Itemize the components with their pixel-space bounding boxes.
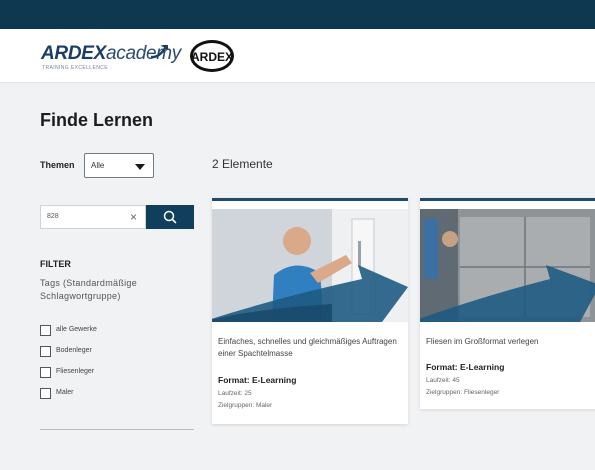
course-card[interactable]: Fliesen im Großformat verlegen Format: E… [420,198,595,409]
course-audience: Zielgruppen: Maler [218,402,273,409]
course-card[interactable]: Einfaches, schnelles und gleichmäßiges A… [212,198,408,424]
filter-option-label: alle Gewerke [56,326,97,333]
page-title: Finde Lernen [40,110,154,130]
tags-group-label: Tags (Standardmäßige Schlagwortgruppe) [40,278,138,301]
logo-swoosh-icon [150,45,168,59]
course-description[interactable]: Einfaches, schnelles und gleichmäßiges A… [218,336,398,360]
logo-accent-text: academy [106,43,182,64]
search-button[interactable] [146,205,194,229]
course-format: Format: E-Learning [426,362,505,372]
search-input[interactable]: 828 × [40,205,146,229]
logo-subtitle: TRAINING EXCELLENCE [42,65,108,71]
course-description[interactable]: Fliesen im Großformat verlegen [426,336,595,348]
checkbox[interactable] [40,325,51,336]
themen-label: Themen [40,160,75,170]
top-bar [0,0,595,29]
search-icon [163,210,177,224]
course-thumbnail[interactable] [420,209,595,322]
themen-selected-value: Alle [91,161,105,170]
filter-option-label: Maler [56,389,74,396]
checkbox[interactable] [40,388,51,399]
checkbox[interactable] [40,367,51,378]
sidebar-divider [40,429,194,430]
filter-option-label: Fliesenleger [56,368,95,375]
filter-option-label: Bodenleger [56,347,92,354]
course-duration: Laufzeit: 25 [218,390,252,397]
course-audience: Zielgruppen: Fliesenleger [426,389,500,396]
course-thumbnail[interactable] [212,209,408,322]
ardex-brand-logo[interactable]: ARDEX [188,38,236,74]
checkbox[interactable] [40,346,51,357]
clear-icon[interactable]: × [130,210,137,224]
logo-main-text: ARDEX [41,43,107,64]
filter-heading: FILTER [40,259,71,269]
themen-select[interactable]: Alle [84,153,154,178]
results-count: 2 Elemente [212,157,273,171]
site-header: ARDEXacademy TRAINING EXCELLENCE ARDEX [0,29,595,83]
search-value: 828 [47,213,59,220]
course-duration: Laufzeit: 45 [426,377,460,384]
course-format: Format: E-Learning [218,375,297,385]
ardex-badge-text: ARDEX [191,50,233,64]
chevron-down-icon [135,164,145,170]
course-thumbnail-image [420,209,595,322]
course-thumbnail-image [212,209,408,322]
